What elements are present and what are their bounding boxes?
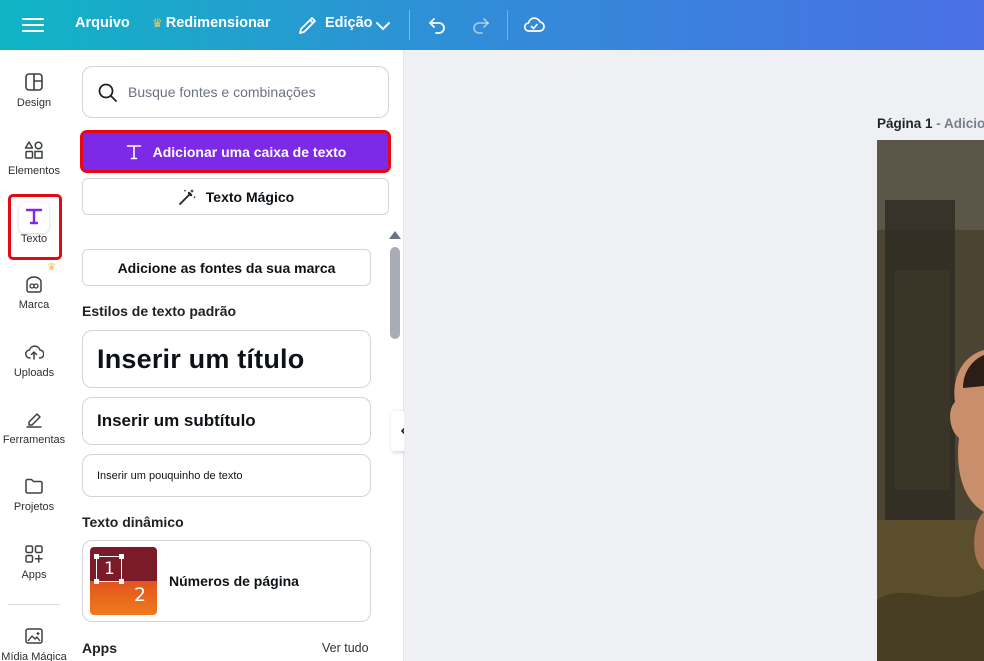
page-number-label: Página 1 [877, 116, 933, 131]
page-numbers-thumbnail: 1 2 [90, 547, 157, 615]
nav-item-projects[interactable]: Projetos [0, 476, 68, 513]
toolbar-divider [409, 10, 410, 40]
top-bar: Arquivo ♛ Redimensionar Edição [0, 0, 984, 50]
edit-mode-dropdown[interactable]: Edição [325, 15, 373, 31]
see-all-link[interactable]: Ver tudo [322, 641, 369, 655]
toolbar-divider [507, 10, 508, 40]
nav-label: Design [16, 97, 52, 109]
magic-text-label: Texto Mágico [205, 188, 295, 205]
page-numbers-label: Números de página [169, 573, 299, 589]
dynamic-text-heading: Texto dinâmico [82, 514, 184, 530]
shapes-icon [24, 141, 43, 159]
chevron-down-icon[interactable] [371, 14, 395, 38]
nav-label: Projetos [13, 501, 55, 513]
insert-subtitle-card[interactable]: Inserir um subtítulo [82, 397, 371, 445]
page-title-input[interactable]: - Adicion [936, 116, 984, 131]
nav-item-uploads[interactable]: Uploads [0, 342, 68, 379]
insert-body-text-card[interactable]: Inserir um pouquinho de texto [82, 454, 371, 497]
magic-text-button[interactable]: Texto Mágico [82, 178, 389, 215]
nav-label: Elementos [8, 165, 60, 177]
page-label[interactable]: Página 1 - Adicion [877, 116, 984, 131]
font-search-field[interactable]: Busque fontes e combinações [82, 66, 389, 118]
photo-image [877, 140, 984, 661]
rail-divider [8, 604, 60, 605]
cloud-check-icon[interactable] [522, 13, 546, 37]
resize-label: Redimensionar [165, 15, 271, 31]
text-t-icon [126, 144, 141, 159]
file-menu-button[interactable]: Arquivo [75, 15, 130, 31]
apps-heading: Apps [82, 640, 117, 656]
add-textbox-label: Adicionar uma caixa de texto [152, 143, 347, 160]
insert-body-text: Inserir um pouquinho de texto [97, 469, 243, 482]
edit-mode-label: Edição [325, 15, 373, 31]
selection-frame: 1 [94, 554, 124, 584]
default-styles-heading: Estilos de texto padrão [82, 303, 237, 319]
search-icon [98, 83, 117, 102]
nav-item-tools[interactable]: Ferramentas [0, 409, 68, 446]
crown-icon: ♛ [47, 262, 56, 273]
nav-label: Ferramentas [2, 434, 66, 446]
panel-scrollbar-thumb[interactable] [390, 247, 400, 339]
insert-title-text: Inserir um título [97, 343, 305, 374]
resize-button[interactable]: ♛ Redimensionar [152, 15, 271, 31]
design-photo[interactable] [877, 140, 984, 661]
nav-item-elements[interactable]: Elementos [0, 140, 68, 177]
crown-icon: ♛ [152, 16, 163, 30]
nav-label: Texto [20, 233, 48, 245]
add-brand-fonts-label: Adicione as fontes da sua marca [117, 259, 336, 276]
nav-item-apps[interactable]: Apps [0, 544, 68, 581]
apps-grid-icon [25, 545, 43, 563]
nav-item-design[interactable]: Design [0, 72, 68, 109]
redo-icon[interactable] [469, 13, 493, 37]
text-t-icon [25, 208, 43, 225]
nav-label: Uploads [13, 367, 55, 379]
magic-media-icon [25, 628, 43, 644]
brand-kit-icon [26, 276, 42, 293]
insert-title-card[interactable]: Inserir um título [82, 330, 371, 388]
insert-subtitle-text: Inserir um subtítulo [97, 411, 256, 430]
nav-label: Apps [21, 569, 47, 581]
search-input[interactable]: Busque fontes e combinações [128, 84, 316, 100]
menu-icon[interactable] [22, 15, 44, 35]
folder-icon [25, 478, 43, 494]
thumb-number-1: 1 [104, 559, 115, 579]
pencil-icon [299, 17, 316, 34]
layout-icon [25, 73, 43, 91]
undo-icon[interactable] [425, 13, 449, 37]
nav-label: Marca [18, 299, 50, 311]
nav-item-text[interactable]: Texto [0, 206, 68, 245]
scroll-up-arrow[interactable] [389, 231, 401, 239]
draw-tools-icon [26, 413, 42, 428]
nav-label: Mídia Mágica [1, 651, 67, 661]
page-numbers-card[interactable]: 1 2 Números de página [82, 540, 371, 622]
magic-wand-icon [178, 188, 196, 205]
nav-item-brand[interactable]: ♛ Marca [0, 262, 68, 311]
add-textbox-button[interactable]: Adicionar uma caixa de texto [80, 130, 391, 173]
cloud-upload-icon [25, 345, 44, 360]
add-brand-fonts-button[interactable]: Adicione as fontes da sua marca [82, 249, 371, 286]
thumb-number-2: 2 [134, 584, 147, 606]
nav-item-magic-media[interactable]: Mídia Mágica [0, 626, 68, 661]
